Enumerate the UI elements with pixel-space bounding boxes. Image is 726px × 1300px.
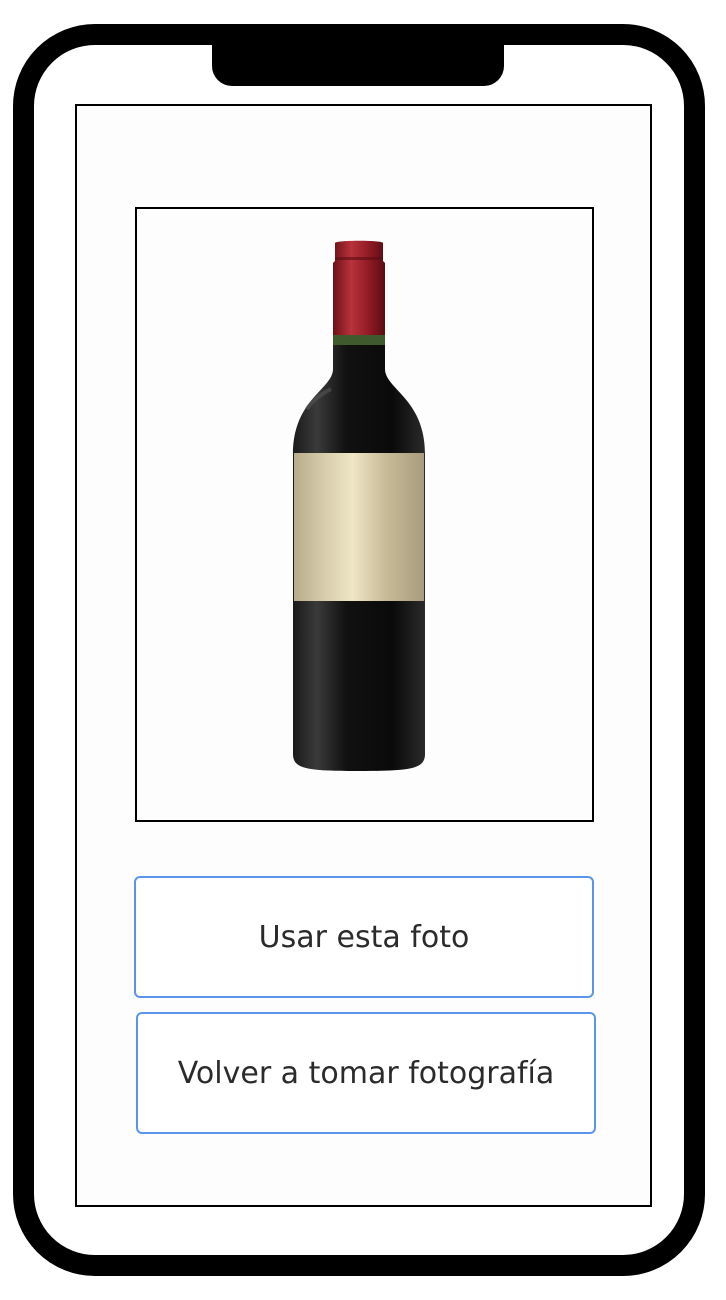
retake-photo-label: Volver a tomar fotografía [177,1055,555,1091]
phone-notch [212,24,504,86]
photo-preview [135,207,594,822]
use-photo-button[interactable]: Usar esta foto [134,876,594,998]
retake-photo-button[interactable]: Volver a tomar fotografía [136,1012,596,1134]
use-photo-label: Usar esta foto [258,919,470,955]
wine-bottle-photo [293,240,425,771]
